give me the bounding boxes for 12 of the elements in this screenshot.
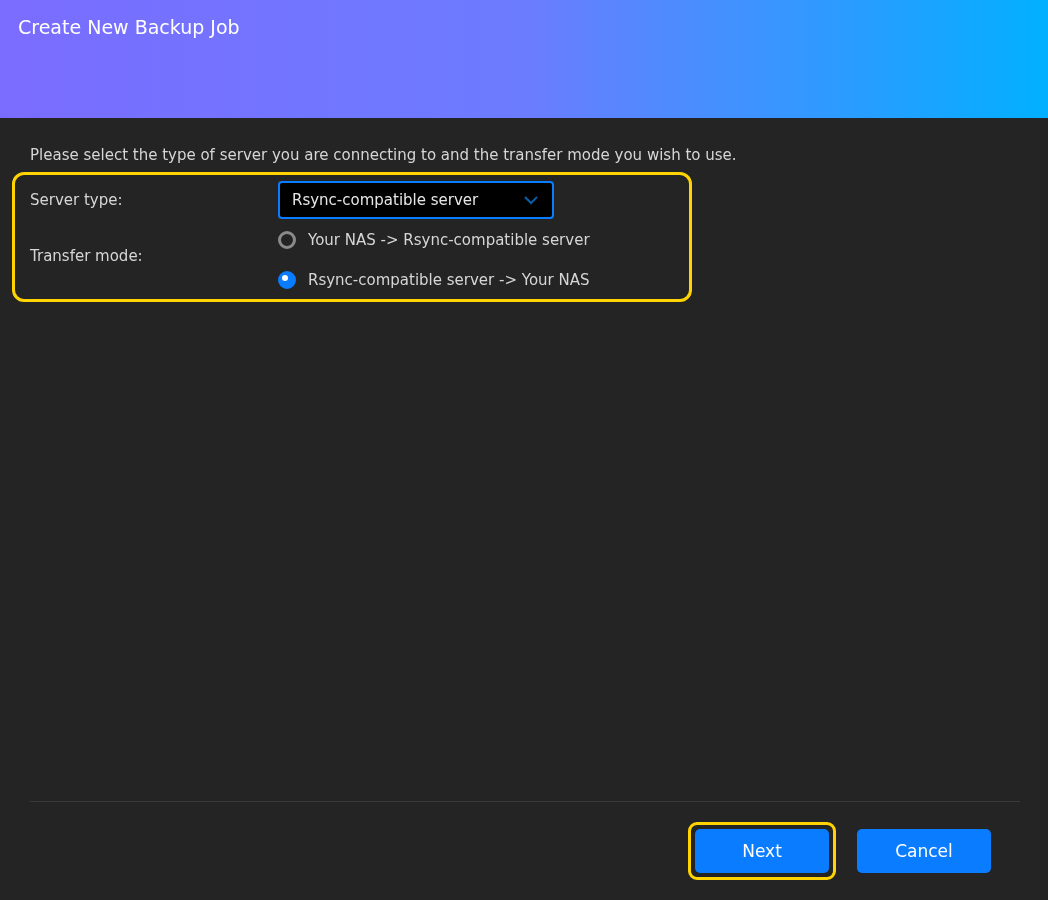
chevron-down-icon: [524, 195, 538, 205]
radio-button[interactable]: [278, 271, 296, 289]
radio-button[interactable]: [278, 231, 296, 249]
dialog-title: Create New Backup Job: [18, 16, 240, 38]
radio-option[interactable]: Your NAS -> Rsync-compatible server: [278, 231, 590, 249]
server-type-dropdown[interactable]: Rsync-compatible server: [278, 181, 554, 219]
next-button[interactable]: Next: [695, 829, 829, 873]
instruction-text: Please select the type of server you are connecting to and the transfer mode you wish to use.: [30, 146, 738, 164]
cancel-button[interactable]: Cancel: [857, 829, 991, 873]
field-label: Transfer mode:: [30, 247, 144, 265]
radio-option[interactable]: Rsync-compatible server -> Your NAS: [278, 271, 590, 289]
field-label: Server type:: [30, 191, 124, 209]
